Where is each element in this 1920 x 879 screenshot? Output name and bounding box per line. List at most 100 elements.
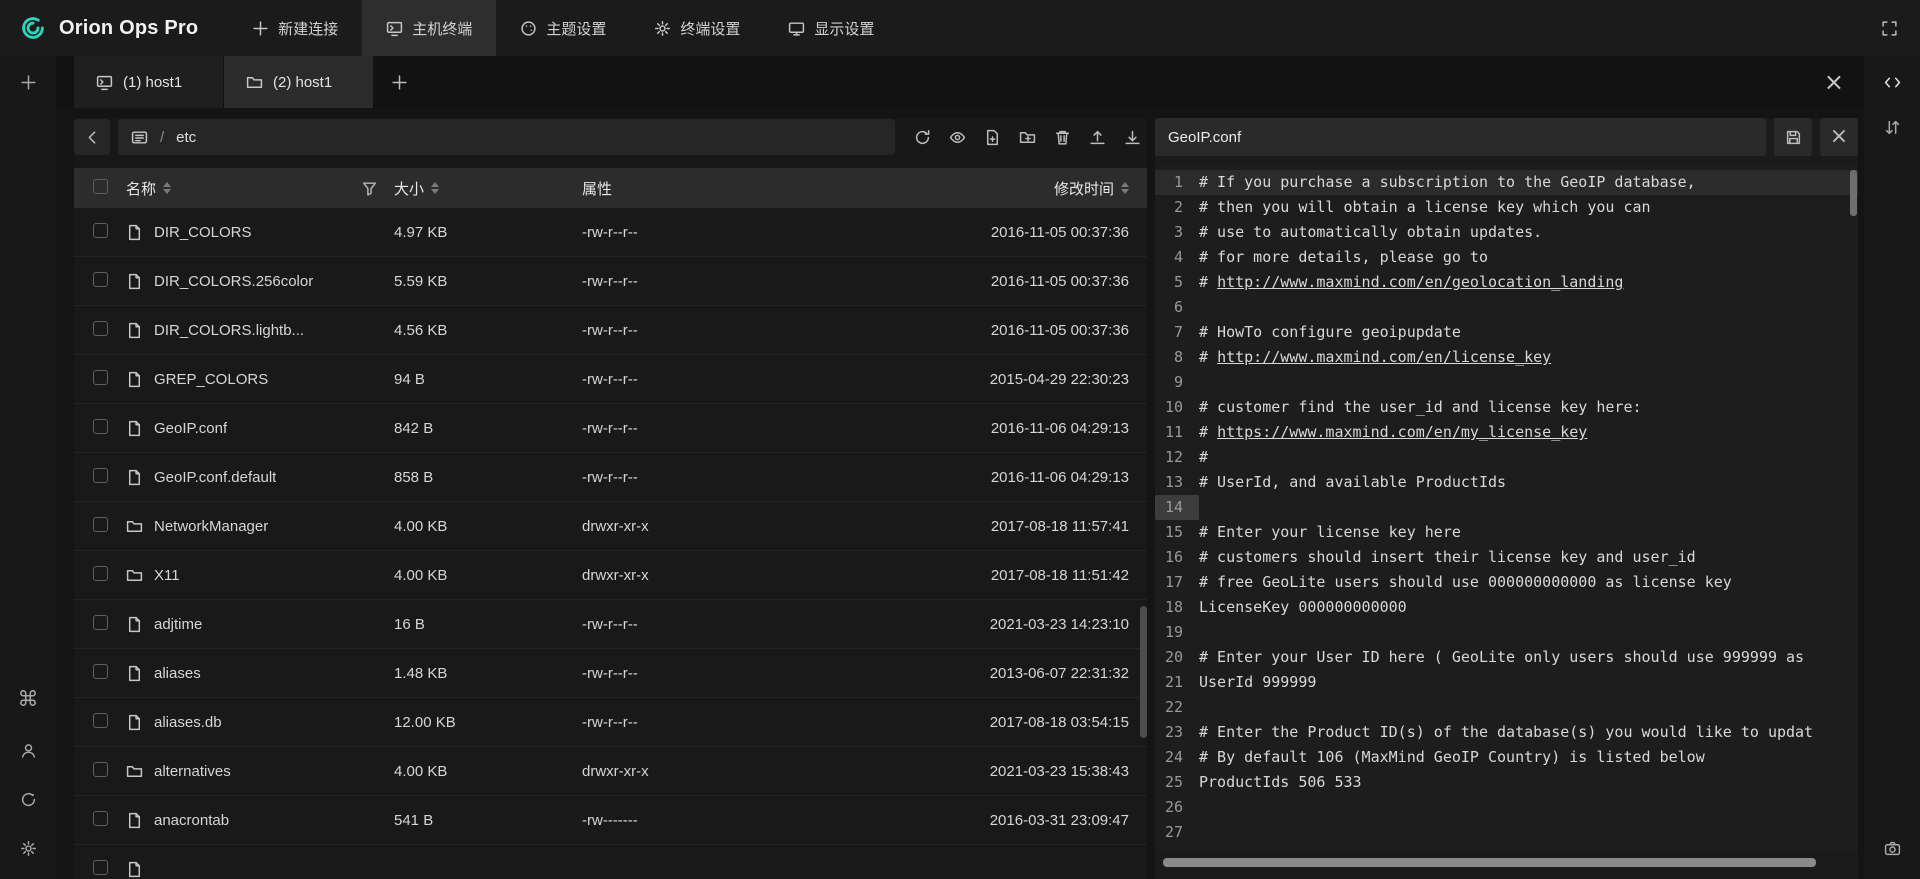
editor-line[interactable]: 6 [1155, 295, 1858, 320]
row-checkbox[interactable] [93, 811, 108, 826]
editor-line[interactable]: 4# for more details, please go to [1155, 245, 1858, 270]
table-row[interactable]: GeoIP.conf.default 858 B -rw-r--r-- 2016… [74, 453, 1147, 502]
row-checkbox[interactable] [93, 762, 108, 777]
preview-button[interactable] [942, 122, 972, 152]
editor-line[interactable]: 10# customer find the user_id and licens… [1155, 395, 1858, 420]
table-row[interactable]: DIR_COLORS 4.97 KB -rw-r--r-- 2016-11-05… [74, 208, 1147, 257]
back-button[interactable] [74, 119, 110, 155]
url-link[interactable]: https://www.maxmind.com/en/my_license_ke… [1217, 423, 1587, 441]
sort-arrows-icon[interactable] [163, 182, 171, 194]
row-checkbox[interactable] [93, 860, 108, 875]
editor-line[interactable]: 19 [1155, 620, 1858, 645]
column-header-name[interactable]: 名称 [126, 178, 394, 199]
code-view-button[interactable] [1884, 74, 1901, 91]
sort-order-button[interactable] [1884, 119, 1901, 136]
column-header-size[interactable]: 大小 [394, 178, 582, 199]
new-tab-button[interactable] [374, 56, 424, 108]
editor-line[interactable]: 8# http://www.maxmind.com/en/license_key [1155, 345, 1858, 370]
table-row-partial[interactable] [74, 845, 1147, 879]
editor-line[interactable]: 23# Enter the Product ID(s) of the datab… [1155, 720, 1858, 745]
table-row[interactable]: alternatives 4.00 KB drwxr-xr-x 2021-03-… [74, 747, 1147, 796]
editor-line[interactable]: 20# Enter your User ID here ( GeoLite on… [1155, 645, 1858, 670]
sort-arrows-icon[interactable] [431, 182, 439, 194]
editor-line[interactable]: 26 [1155, 795, 1858, 820]
editor-line[interactable]: 24# By default 106 (MaxMind GeoIP Countr… [1155, 745, 1858, 770]
editor-line[interactable]: 25ProductIds 506 533 [1155, 770, 1858, 795]
sort-arrows-icon[interactable] [1121, 182, 1129, 194]
row-checkbox[interactable] [93, 713, 108, 728]
editor-vertical-scrollbar[interactable] [1850, 170, 1857, 216]
row-checkbox[interactable] [93, 566, 108, 581]
editor-line[interactable]: 27 [1155, 820, 1858, 845]
refresh-button[interactable] [907, 122, 937, 152]
editor-line[interactable]: 5# http://www.maxmind.com/en/geolocation… [1155, 270, 1858, 295]
new-tab-button[interactable] [20, 74, 37, 91]
column-header-mtime[interactable]: 修改时间 [861, 178, 1147, 199]
shortcuts-button[interactable]: ⌘ [18, 689, 39, 710]
profile-button[interactable] [20, 742, 37, 759]
row-checkbox[interactable] [93, 615, 108, 630]
editor-line[interactable]: 15# Enter your license key here [1155, 520, 1858, 545]
editor-horizontal-scrollbar[interactable] [1159, 858, 1854, 867]
breadcrumb-path[interactable]: etc [176, 129, 196, 146]
settings-button[interactable] [20, 840, 37, 857]
editor-line[interactable]: 22 [1155, 695, 1858, 720]
screenshot-button[interactable] [1884, 840, 1901, 857]
table-row[interactable]: aliases.db 12.00 KB -rw-r--r-- 2017-08-1… [74, 698, 1147, 747]
table-row[interactable]: NetworkManager 4.00 KB drwxr-xr-x 2017-0… [74, 502, 1147, 551]
save-button[interactable] [1774, 118, 1812, 156]
url-link[interactable]: http://www.maxmind.com/en/geolocation_la… [1217, 273, 1623, 291]
new-file-button[interactable] [977, 122, 1007, 152]
editor-line[interactable]: 16# customers should insert their licens… [1155, 545, 1858, 570]
close-editor-button[interactable]: × [1820, 118, 1858, 156]
table-row[interactable]: anacrontab 541 B -rw------- 2016-03-31 2… [74, 796, 1147, 845]
select-all-checkbox[interactable] [93, 179, 108, 194]
editor-line[interactable]: 1# If you purchase a subscription to the… [1155, 170, 1858, 195]
row-checkbox[interactable] [93, 419, 108, 434]
delete-button[interactable] [1047, 122, 1077, 152]
editor-line[interactable]: 18LicenseKey 000000000000 [1155, 595, 1858, 620]
editor-line[interactable]: 17# free GeoLite users should use 000000… [1155, 570, 1858, 595]
row-checkbox[interactable] [93, 664, 108, 679]
table-row[interactable]: DIR_COLORS.256color 5.59 KB -rw-r--r-- 2… [74, 257, 1147, 306]
tab-2[interactable]: (2) host1 [224, 56, 374, 108]
file-table-scrollbar[interactable] [1140, 606, 1147, 738]
menu-item-terminal-settings[interactable]: 终端设置 [630, 0, 764, 56]
editor-line[interactable]: 13# UserId, and available ProductIds [1155, 470, 1858, 495]
editor-line[interactable]: 14 [1155, 495, 1858, 520]
table-row[interactable]: GeoIP.conf 842 B -rw-r--r-- 2016-11-06 0… [74, 404, 1147, 453]
row-checkbox[interactable] [93, 223, 108, 238]
menu-item-new-connection[interactable]: 新建连接 [228, 0, 362, 56]
editor-line[interactable]: 9 [1155, 370, 1858, 395]
editor-line[interactable]: 2# then you will obtain a license key wh… [1155, 195, 1858, 220]
table-row[interactable]: X11 4.00 KB drwxr-xr-x 2017-08-18 11:51:… [74, 551, 1147, 600]
scrollbar-thumb[interactable] [1163, 858, 1816, 867]
table-row[interactable]: adjtime 16 B -rw-r--r-- 2021-03-23 14:23… [74, 600, 1147, 649]
table-row[interactable]: DIR_COLORS.lightb... 4.56 KB -rw-r--r-- … [74, 306, 1147, 355]
editor-line[interactable]: 11# https://www.maxmind.com/en/my_licens… [1155, 420, 1858, 445]
orion-button[interactable] [20, 791, 37, 808]
row-checkbox[interactable] [93, 370, 108, 385]
row-checkbox[interactable] [93, 468, 108, 483]
menu-item-theme-settings[interactable]: 主题设置 [496, 0, 630, 56]
breadcrumb[interactable]: / etc [118, 119, 895, 155]
row-checkbox[interactable] [93, 517, 108, 532]
fullscreen-button[interactable] [1881, 20, 1898, 37]
url-link[interactable]: http://www.maxmind.com/en/license_key [1217, 348, 1551, 366]
menu-item-host-terminal[interactable]: 主机终端 [362, 0, 496, 56]
row-checkbox[interactable] [93, 321, 108, 336]
menu-item-display-settings[interactable]: 显示设置 [764, 0, 898, 56]
code-editor[interactable]: 1# If you purchase a subscription to the… [1155, 166, 1858, 850]
download-button[interactable] [1117, 122, 1147, 152]
table-row[interactable]: GREP_COLORS 94 B -rw-r--r-- 2015-04-29 2… [74, 355, 1147, 404]
tab-1[interactable]: (1) host1 [74, 56, 224, 108]
editor-line[interactable]: 7# HowTo configure geoipupdate [1155, 320, 1858, 345]
editor-line[interactable]: 21UserId 999999 [1155, 670, 1858, 695]
filter-icon[interactable] [361, 180, 378, 197]
table-row[interactable]: aliases 1.48 KB -rw-r--r-- 2013-06-07 22… [74, 649, 1147, 698]
upload-button[interactable] [1082, 122, 1112, 152]
editor-line[interactable]: 12# [1155, 445, 1858, 470]
row-checkbox[interactable] [93, 272, 108, 287]
editor-line[interactable]: 3# use to automatically obtain updates. [1155, 220, 1858, 245]
close-panel-button[interactable]: × [1804, 56, 1864, 108]
